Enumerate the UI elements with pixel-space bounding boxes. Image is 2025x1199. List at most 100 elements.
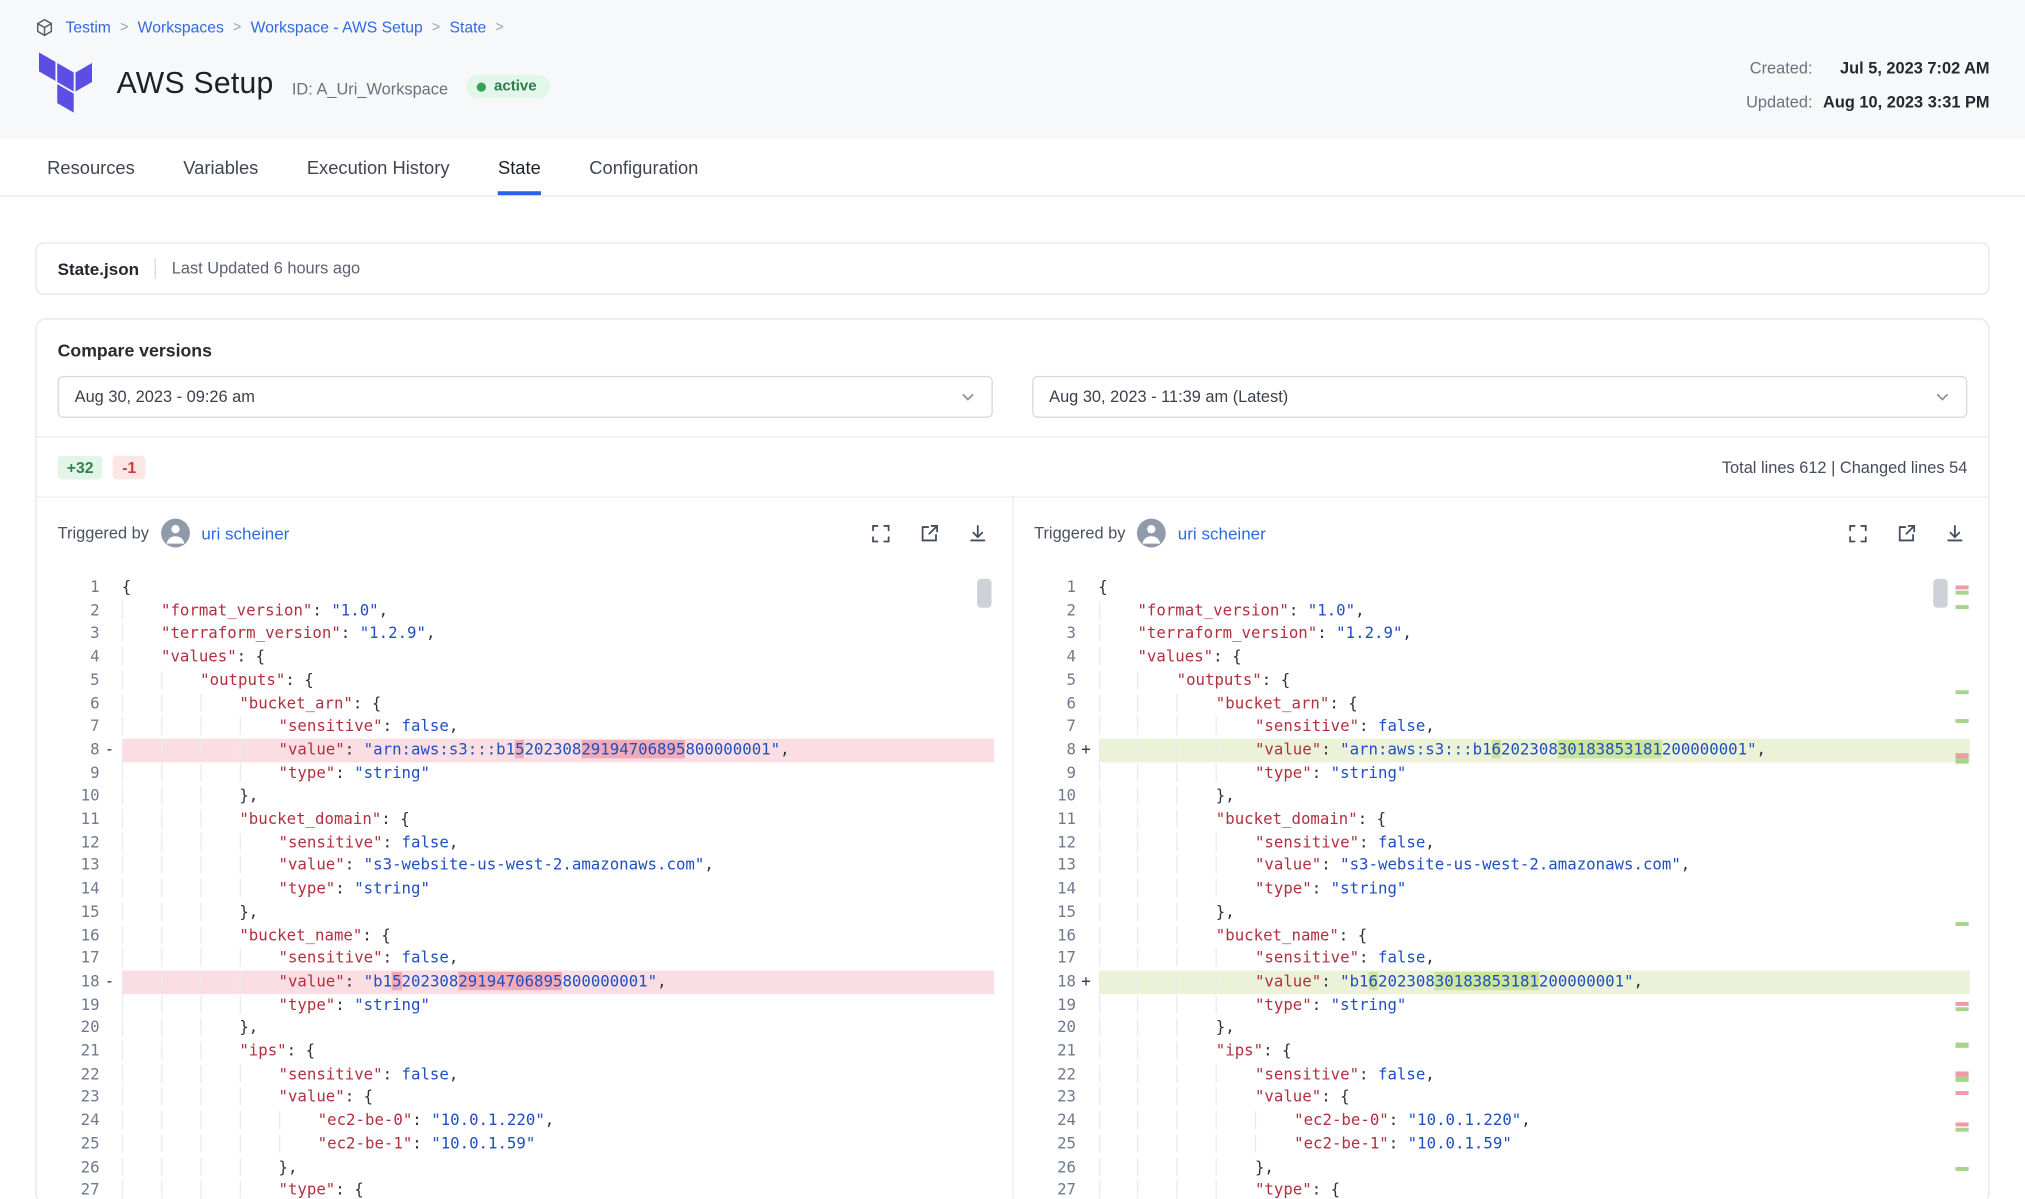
tab-state[interactable]: State: [498, 139, 541, 195]
tab-resources[interactable]: Resources: [47, 139, 135, 195]
diff-minimap[interactable]: [1953, 566, 1970, 1199]
workspace-id: ID: A_Uri_Workspace: [292, 79, 448, 97]
code-line: 22 "sensitive": false,: [1031, 1063, 1969, 1086]
line-number: 15: [55, 901, 102, 924]
triggered-by-user-link[interactable]: uri scheiner: [1178, 523, 1266, 543]
code-text: "values": {: [122, 646, 994, 669]
diff-marker: [102, 878, 122, 901]
code-text: "ec2-be-0": "10.0.1.220",: [1098, 1110, 1970, 1133]
code-line: 11 "bucket_domain": {: [1031, 808, 1969, 831]
terraform-logo: [35, 52, 95, 112]
diff-marker: [1079, 1086, 1099, 1109]
breadcrumb-link-state[interactable]: State: [450, 18, 487, 36]
code-line: 2 "format_version": "1.0",: [1031, 599, 1969, 622]
triggered-by-label: Triggered by: [58, 524, 149, 542]
code-text: "format_version": "1.0",: [1098, 599, 1970, 622]
code-line: 3 "terraform_version": "1.2.9",: [55, 623, 993, 646]
breadcrumb-link-workspaces[interactable]: Workspaces: [138, 18, 224, 36]
line-number: 26: [1031, 1156, 1078, 1179]
diff-mark-add: [1956, 922, 1969, 926]
status-badge: active: [466, 75, 549, 99]
tab-variables[interactable]: Variables: [183, 139, 258, 195]
updated-value: Aug 10, 2023 3:31 PM: [1823, 93, 1990, 111]
diff-mark-del: [1956, 585, 1969, 589]
code-text: "sensitive": false,: [1098, 715, 1970, 738]
breadcrumb-link-workspace-aws-setup[interactable]: Workspace - AWS Setup: [251, 18, 423, 36]
diff-panels: Triggered by uri scheiner: [37, 498, 1989, 1199]
line-number: 8: [55, 739, 102, 762]
state-file-card: State.json Last Updated 6 hours ago: [35, 242, 1989, 294]
scrollbar-thumb[interactable]: [1933, 579, 1947, 608]
status-label: active: [494, 79, 537, 95]
version-select-left[interactable]: Aug 30, 2023 - 09:26 am: [58, 376, 993, 418]
download-icon[interactable]: [965, 520, 991, 546]
external-link-icon[interactable]: [1893, 520, 1919, 546]
expand-icon[interactable]: [868, 520, 894, 546]
code-text: "ips": {: [1098, 1040, 1970, 1063]
diff-mark-add: [1956, 1043, 1969, 1047]
tab-configuration[interactable]: Configuration: [589, 139, 698, 195]
code-text: },: [1098, 1017, 1970, 1040]
additions-badge: +32: [58, 455, 103, 479]
code-text: "value": "s3-website-us-west-2.amazonaws…: [122, 855, 994, 878]
diff-marker: [1079, 855, 1099, 878]
line-number: 14: [1031, 878, 1078, 901]
breadcrumb-link-testim[interactable]: Testim: [65, 18, 110, 36]
code-text: "type": {: [1098, 1179, 1970, 1198]
code-line: 22 "sensitive": false,: [55, 1063, 993, 1086]
code-text: "bucket_arn": {: [1098, 692, 1970, 715]
diff-marker: [1079, 762, 1099, 785]
line-number: 19: [1031, 994, 1078, 1017]
code-text: "format_version": "1.0",: [122, 599, 994, 622]
download-icon[interactable]: [1941, 520, 1967, 546]
code-text: "value": "b1520230829194706895800000001"…: [122, 971, 994, 994]
line-number: 25: [55, 1133, 102, 1156]
code-text: "type": "string": [122, 994, 994, 1017]
diff-marker: [1079, 878, 1099, 901]
created-value: Jul 5, 2023 7:02 AM: [1840, 59, 1990, 77]
version-select-right[interactable]: Aug 30, 2023 - 11:39 am (Latest): [1032, 376, 1967, 418]
diff-marker: [1079, 1040, 1099, 1063]
app-window: Testim > Workspaces > Workspace - AWS Se…: [0, 0, 2025, 1198]
code-text: "ec2-be-1": "10.0.1.59": [1098, 1133, 1970, 1156]
code-line: 5 "outputs": {: [1031, 669, 1969, 692]
line-number: 3: [1031, 623, 1078, 646]
diff-mark-add: [1956, 1007, 1969, 1011]
expand-icon[interactable]: [1844, 520, 1870, 546]
line-number: 12: [55, 831, 102, 854]
code-text: "value": "arn:aws:s3:::b1520230829194706…: [122, 739, 994, 762]
code-line: 13 "value": "s3-website-us-west-2.amazon…: [1031, 855, 1969, 878]
line-number: 17: [55, 947, 102, 970]
diff-marker: [102, 994, 122, 1017]
line-number: 1: [55, 576, 102, 599]
code-text: "type": "string": [1098, 878, 1970, 901]
code-line: 16 "bucket_name": {: [55, 924, 993, 947]
line-number: 12: [1031, 831, 1078, 854]
code-line: 6 "bucket_arn": {: [55, 692, 993, 715]
line-number: 6: [1031, 692, 1078, 715]
scrollbar-thumb[interactable]: [976, 579, 990, 608]
code-viewer-left: 1{2 "format_version": "1.0",3 "terraform…: [55, 566, 993, 1199]
workspace-dates: Created: Jul 5, 2023 7:02 AM Updated: Au…: [1746, 58, 1989, 113]
diff-mark-del: [1956, 1123, 1969, 1127]
diff-mark-add: [1956, 1077, 1969, 1081]
code-text: "ec2-be-0": "10.0.1.220",: [122, 1110, 994, 1133]
page-title: AWS Setup: [117, 65, 274, 100]
tab-bar: Resources Variables Execution History St…: [0, 139, 2025, 197]
code-line: 8- "value": "arn:aws:s3:::b1520230829194…: [55, 739, 993, 762]
line-number: 27: [1031, 1179, 1078, 1198]
code-line: 12 "sensitive": false,: [55, 831, 993, 854]
diff-marker: [102, 692, 122, 715]
user-avatar-icon: [161, 519, 190, 548]
code-text: "outputs": {: [122, 669, 994, 692]
panel-actions-right: [1844, 520, 1967, 546]
code-line: 18+ "value": "b1620230830183853181200000…: [1031, 971, 1969, 994]
diff-mark-add: [1956, 605, 1969, 609]
triggered-by-user-link[interactable]: uri scheiner: [201, 523, 289, 543]
line-number: 13: [55, 855, 102, 878]
diff-mark-del: [1956, 1072, 1969, 1076]
line-number: 3: [55, 623, 102, 646]
external-link-icon[interactable]: [916, 520, 942, 546]
line-number: 18: [55, 971, 102, 994]
tab-execution-history[interactable]: Execution History: [307, 139, 450, 195]
